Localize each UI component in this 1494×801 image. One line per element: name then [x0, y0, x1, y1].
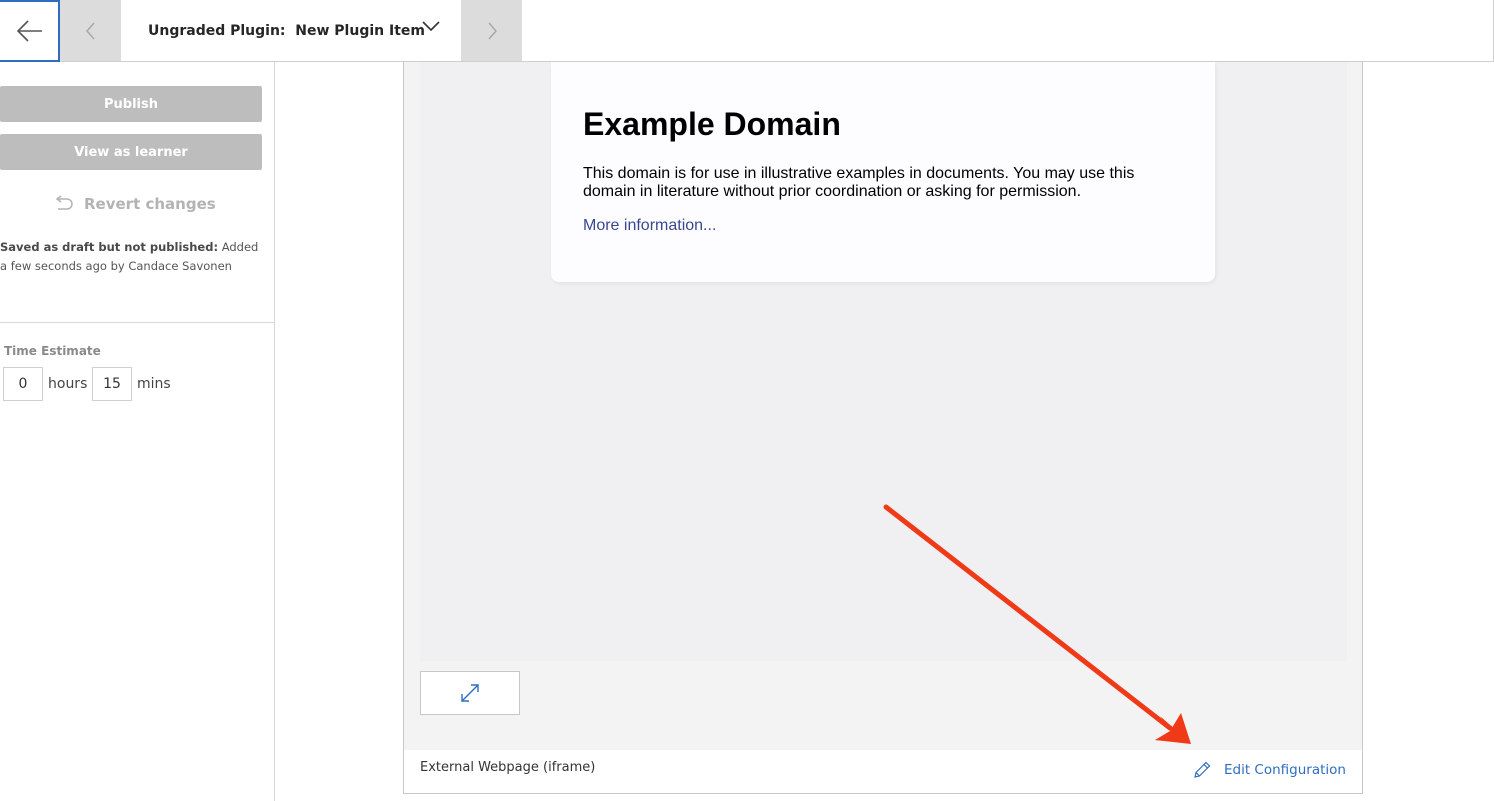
plugin-preview-card: Example Domain This domain is for use in… — [403, 62, 1363, 794]
edit-configuration-button[interactable]: Edit Configuration — [1192, 760, 1346, 780]
minutes-input[interactable] — [92, 367, 132, 401]
previous-item-button[interactable] — [60, 0, 121, 61]
item-title: Ungraded Plugin: New Plugin Item — [148, 22, 425, 39]
item-title-dropdown[interactable]: Ungraded Plugin: New Plugin Item — [121, 0, 461, 61]
view-as-learner-button[interactable]: View as learner — [0, 134, 262, 170]
chevron-down-icon — [422, 21, 440, 32]
hours-unit-label: hours — [48, 376, 88, 392]
more-information-link[interactable]: More information... — [583, 217, 716, 235]
plugin-type-label: External Webpage (iframe) — [420, 760, 596, 775]
arrow-left-icon — [16, 20, 42, 42]
item-settings-sidebar: Publish View as learner Revert changes S… — [0, 62, 275, 801]
expand-icon — [461, 684, 479, 702]
sidebar-divider — [0, 322, 275, 323]
example-domain-heading: Example Domain — [583, 106, 841, 142]
example-domain-paragraph: This domain is for use in illustrative e… — [583, 165, 1135, 200]
chevron-right-icon — [487, 22, 497, 39]
top-navigation-bar: Ungraded Plugin: New Plugin Item — [0, 0, 1494, 62]
revert-changes-label: Revert changes — [84, 195, 216, 213]
expand-fullscreen-button[interactable] — [420, 671, 520, 715]
draft-status-heading: Saved as draft but not published: — [0, 240, 219, 254]
example-domain-card: Example Domain This domain is for use in… — [551, 62, 1215, 282]
iframe-preview[interactable]: Example Domain This domain is for use in… — [420, 62, 1347, 661]
back-button[interactable] — [0, 0, 60, 62]
revert-changes-button[interactable]: Revert changes — [52, 192, 216, 216]
draft-status-note: Saved as draft but not published: Added … — [0, 238, 262, 276]
minutes-unit-label: mins — [137, 376, 171, 392]
time-estimate-label: Time Estimate — [4, 344, 101, 358]
pencil-icon — [1194, 761, 1211, 778]
next-item-button[interactable] — [461, 0, 522, 61]
plugin-card-footer: External Webpage (iframe) Edit Configura… — [404, 750, 1362, 793]
hours-input[interactable] — [3, 367, 43, 401]
edit-configuration-label: Edit Configuration — [1224, 762, 1346, 778]
chevron-left-icon — [85, 22, 95, 39]
undo-icon — [55, 195, 73, 210]
publish-button[interactable]: Publish — [0, 86, 262, 122]
